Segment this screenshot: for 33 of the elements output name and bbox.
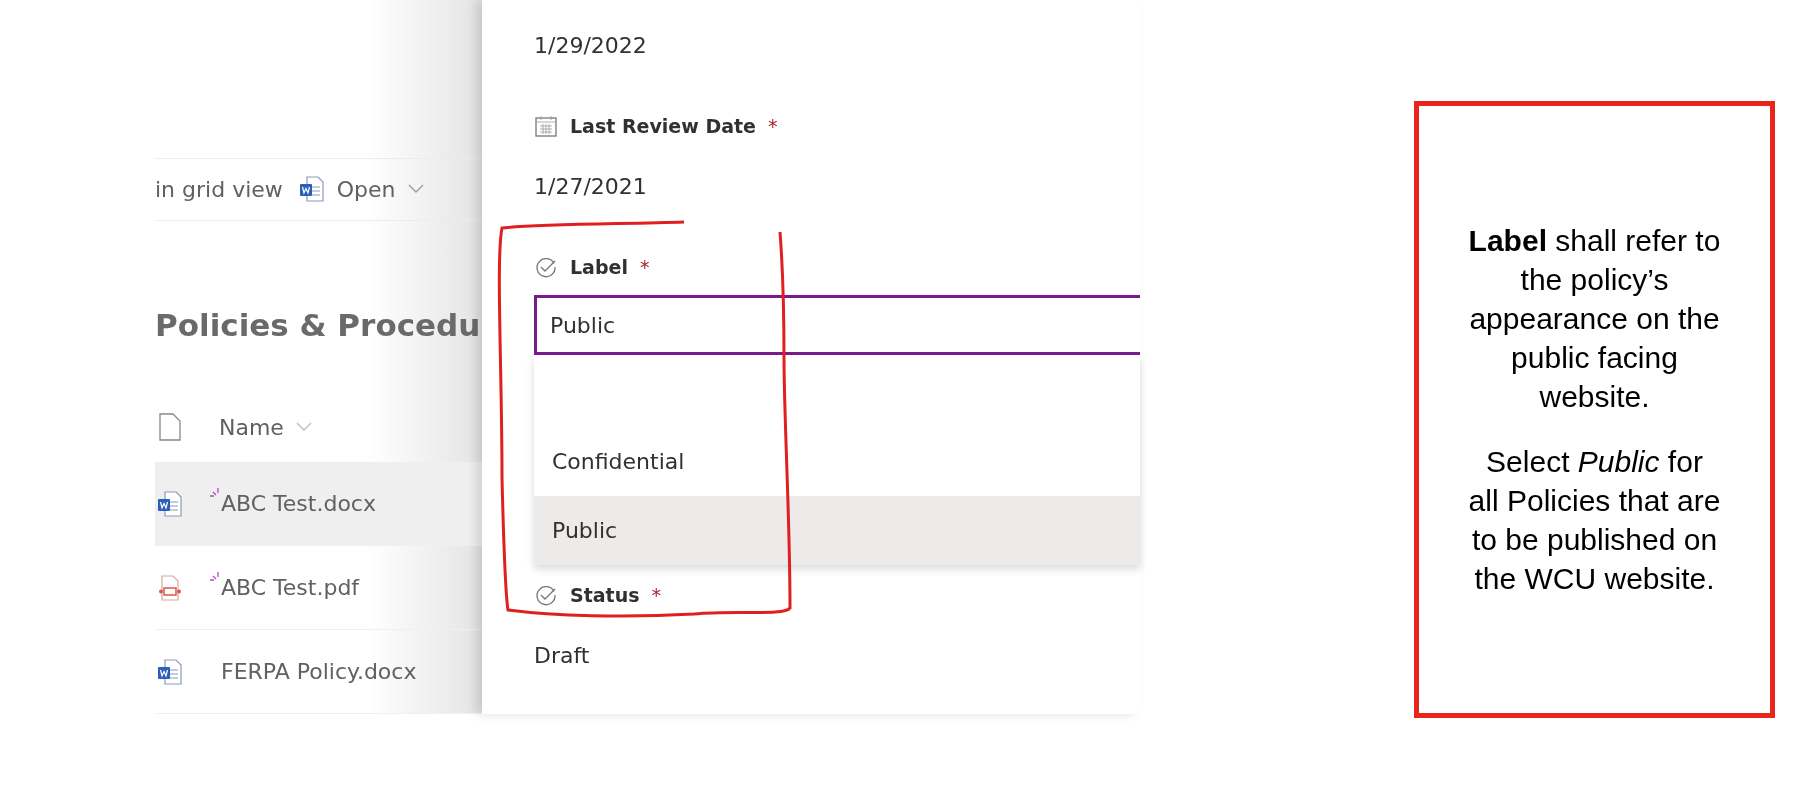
required-mark: * [639, 254, 650, 280]
file-row[interactable]: ABC Test.pdf [155, 546, 482, 630]
open-button[interactable]: Open [298, 172, 424, 206]
required-mark: * [651, 583, 661, 608]
field-label: Status [570, 583, 640, 608]
field-label: Last Review Date [570, 114, 756, 139]
name-column-header[interactable]: Name [219, 410, 312, 444]
word-document-icon [157, 657, 183, 686]
word-document-icon [157, 489, 183, 518]
chevron-down-icon [295, 422, 312, 433]
field-value[interactable]: 1/27/2021 [534, 170, 1140, 203]
dropdown-option[interactable]: Confidential [534, 427, 1140, 496]
chevron-down-icon [407, 184, 424, 195]
field-value[interactable]: Draft [534, 639, 1140, 672]
file-name[interactable]: ABC Test.pdf [221, 571, 360, 604]
pdf-document-icon [157, 573, 183, 602]
dropdown-option[interactable]: Public [534, 496, 1140, 565]
callout-text: Select Public for all Policies that are to be published on the WCU website. [1467, 444, 1722, 597]
file-type-icon [159, 413, 181, 442]
word-document-icon [298, 175, 325, 204]
view-mode-text[interactable]: in grid view [155, 172, 283, 206]
field-value: 1/29/2022 [534, 32, 648, 60]
field-label: Label [570, 254, 628, 280]
calendar-icon [534, 114, 558, 139]
file-row[interactable]: ABC Test.docx [155, 462, 482, 546]
check-circle-icon [534, 583, 558, 608]
file-row[interactable]: FERPA Policy.docx [155, 630, 482, 714]
label-dropdown-field[interactable]: Public [534, 295, 1140, 355]
callout-text: Label shall refer to the policy’s appearance on the public facing website. [1467, 223, 1722, 415]
file-name[interactable]: ABC Test.docx [221, 487, 376, 520]
library-title: Policies & Procedu [155, 305, 482, 345]
required-mark: * [767, 114, 778, 139]
file-name[interactable]: FERPA Policy.docx [221, 655, 417, 688]
